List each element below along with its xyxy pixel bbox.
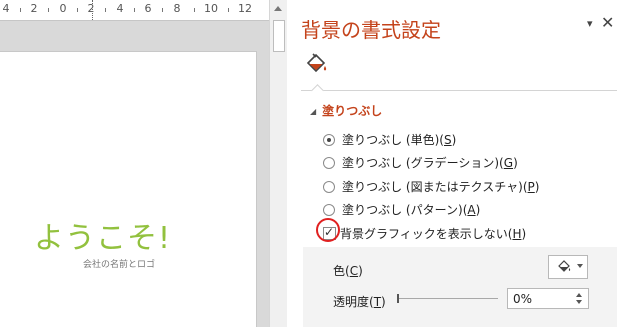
ruler-tick bbox=[194, 8, 195, 12]
slider-handle[interactable] bbox=[397, 294, 399, 303]
expanded-triangle-icon: ◢ bbox=[310, 107, 317, 116]
pane-options-menu-icon[interactable]: ▾ bbox=[587, 17, 593, 30]
ruler-tick bbox=[134, 8, 135, 12]
fill-section: ◢ 塗りつぶし 塗りつぶし (単色)(S) 塗りつぶし (グラデーション)(G) … bbox=[300, 94, 617, 327]
fill-tab-paint-bucket-icon[interactable] bbox=[305, 52, 329, 76]
slide-subtitle[interactable]: 会社の名前とロゴ bbox=[83, 257, 155, 270]
slide-editor-area: 4 2 0 2 4 6 8 10 12 ようこそ! 会社の名前とロゴ bbox=[0, 0, 269, 327]
ruler-label: 4 bbox=[116, 2, 124, 15]
ruler-label: 12 bbox=[238, 2, 252, 15]
spin-down-arrow-icon[interactable] bbox=[576, 300, 582, 304]
ruler-label: 4 bbox=[2, 2, 10, 15]
radio-label: 塗りつぶし (図またはテクスチャ)(P) bbox=[342, 180, 540, 194]
close-icon[interactable]: ✕ bbox=[601, 13, 614, 32]
ruler-tick bbox=[20, 8, 21, 12]
ruler-label: 2 bbox=[30, 2, 38, 15]
ruler-label: 8 bbox=[173, 2, 181, 15]
ruler-tick bbox=[105, 8, 106, 12]
checkbox-label: 背景グラフィックを表示しない(H) bbox=[340, 227, 527, 241]
transparency-spinbox[interactable] bbox=[507, 288, 589, 309]
radio-solid-fill[interactable]: 塗りつぶし (単色)(S) bbox=[323, 131, 456, 148]
ruler-label: 10 bbox=[204, 2, 218, 15]
scroll-up-arrow-icon[interactable] bbox=[274, 6, 282, 11]
horizontal-ruler: 4 2 0 2 4 6 8 10 12 bbox=[0, 0, 269, 21]
red-highlight-circle bbox=[316, 218, 340, 242]
ruler-label: 0 bbox=[59, 2, 67, 15]
format-background-pane: 背景の書式設定 ▾ ✕ ◢ 塗りつぶし 塗りつぶし (単色)(S) 塗りつぶし (… bbox=[287, 0, 627, 327]
radio-gradient-fill[interactable]: 塗りつぶし (グラデーション)(G) bbox=[323, 154, 518, 171]
radio-button-selected[interactable] bbox=[323, 133, 335, 146]
radio-picture-texture-fill[interactable]: 塗りつぶし (図またはテクスチャ)(P) bbox=[323, 178, 539, 195]
radio-pattern-fill[interactable]: 塗りつぶし (パターン)(A) bbox=[323, 201, 480, 218]
ruler-tick bbox=[162, 8, 163, 12]
ruler-label: 6 bbox=[144, 2, 152, 15]
ruler-tick bbox=[77, 8, 78, 12]
paint-bucket-icon bbox=[306, 53, 327, 73]
transparency-label: 透明度(T) bbox=[333, 295, 386, 309]
radio-button[interactable] bbox=[323, 156, 335, 169]
radio-label: 塗りつぶし (パターン)(A) bbox=[342, 203, 481, 217]
radio-button[interactable] bbox=[323, 203, 335, 216]
scrollbar-thumb[interactable] bbox=[273, 20, 285, 52]
color-label: 色(C) bbox=[333, 264, 363, 278]
transparency-slider[interactable] bbox=[397, 294, 498, 303]
radio-label: 塗りつぶし (グラデーション)(G) bbox=[342, 156, 518, 170]
tab-divider bbox=[301, 90, 617, 91]
ruler-cursor-marker bbox=[92, 0, 94, 20]
fill-color-dropdown-button[interactable] bbox=[548, 255, 588, 279]
paint-bucket-icon bbox=[558, 260, 571, 274]
slide-title[interactable]: ようこそ! bbox=[34, 213, 171, 257]
section-label: 塗りつぶし bbox=[322, 104, 383, 118]
hide-background-graphics-checkbox[interactable]: ✓ 背景グラフィックを表示しない(H) bbox=[323, 225, 526, 242]
ruler-tick bbox=[48, 8, 49, 12]
fill-section-header[interactable]: ◢ 塗りつぶし bbox=[310, 102, 382, 119]
spin-up-arrow-icon[interactable] bbox=[576, 293, 582, 297]
slide-vertical-scrollbar[interactable] bbox=[269, 0, 288, 327]
ruler-tick bbox=[228, 8, 229, 12]
pane-title: 背景の書式設定 bbox=[301, 18, 441, 42]
transparency-input[interactable] bbox=[513, 292, 565, 306]
radio-label: 塗りつぶし (単色)(S) bbox=[342, 133, 457, 147]
chevron-down-icon bbox=[577, 264, 583, 268]
slide-canvas[interactable]: ようこそ! 会社の名前とロゴ bbox=[0, 51, 257, 327]
radio-button[interactable] bbox=[323, 180, 335, 193]
